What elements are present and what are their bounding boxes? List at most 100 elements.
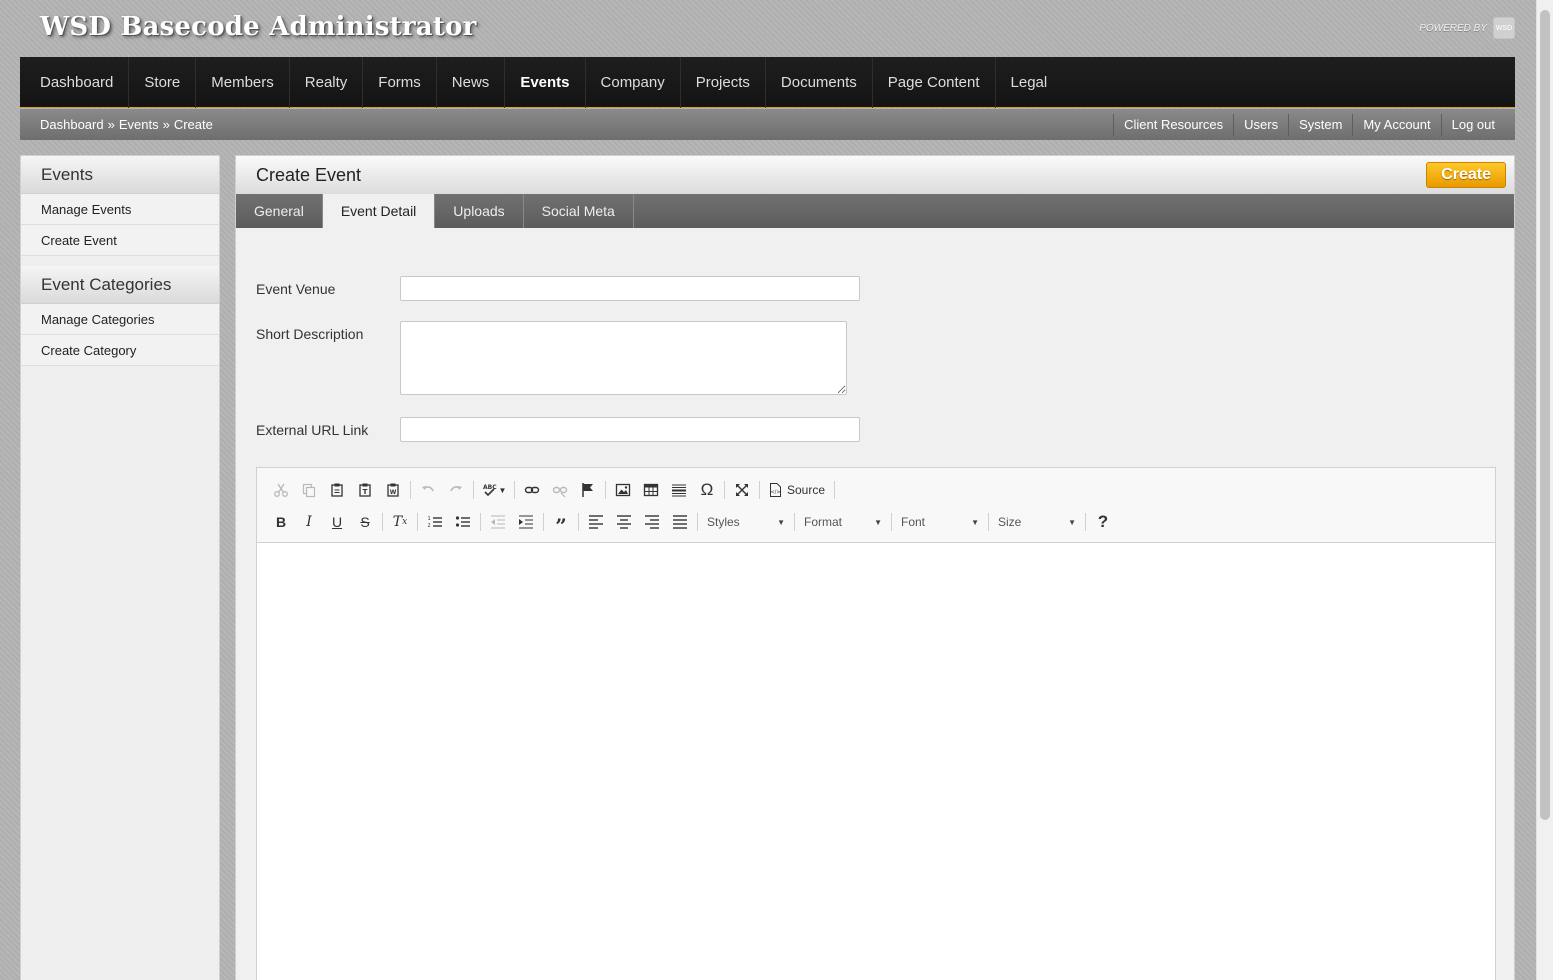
align-right-icon[interactable] <box>638 509 666 535</box>
powered-by: POWERED BY WSD <box>1419 17 1515 39</box>
toolbar-separator <box>543 513 544 531</box>
toolbar-row-1: T W ABC ▼ Ω </> Source <box>267 474 1485 506</box>
tab-bar: General Event Detail Uploads Social Meta <box>236 194 1514 228</box>
svg-text:W: W <box>390 489 397 496</box>
toolbar-separator <box>759 481 760 499</box>
page-scrollbar[interactable] <box>1536 0 1553 980</box>
bold-icon[interactable]: B <box>267 509 295 535</box>
size-label: Size <box>998 515 1022 529</box>
breadcrumb-create: Create <box>173 117 213 132</box>
scrollbar-thumb[interactable] <box>1540 10 1550 820</box>
cut-icon[interactable] <box>267 477 295 503</box>
table-icon[interactable] <box>637 477 665 503</box>
svg-text:T: T <box>363 488 368 496</box>
util-log-out[interactable]: Log out <box>1440 113 1495 136</box>
underline-icon[interactable]: U <box>323 509 351 535</box>
nav-item-store[interactable]: Store <box>129 56 197 108</box>
util-client-resources[interactable]: Client Resources <box>1113 113 1233 136</box>
image-icon[interactable] <box>609 477 637 503</box>
styles-dropdown[interactable]: Styles ▼ <box>701 510 791 534</box>
nav-item-events[interactable]: Events <box>505 56 586 108</box>
format-dropdown[interactable]: Format ▼ <box>798 510 888 534</box>
nav-item-news[interactable]: News <box>437 56 506 108</box>
editor-content-area[interactable] <box>257 543 1495 980</box>
rich-text-editor: T W ABC ▼ Ω </> Source B I U S T x 1 2 ”… <box>256 467 1496 980</box>
tab-social-meta[interactable]: Social Meta <box>524 194 634 228</box>
horizontal-rule-icon[interactable] <box>665 477 693 503</box>
tab-general[interactable]: General <box>236 194 323 228</box>
sidebar-heading-events: Events <box>21 156 219 194</box>
spellcheck-icon[interactable]: ABC ▼ <box>477 477 511 503</box>
nav-item-realty[interactable]: Realty <box>290 56 364 108</box>
italic-icon[interactable]: I <box>295 509 323 535</box>
tab-uploads[interactable]: Uploads <box>435 194 524 228</box>
paste-text-icon[interactable]: T <box>351 477 379 503</box>
nav-item-dashboard[interactable]: Dashboard <box>25 56 130 108</box>
event-detail-form: Event Venue Short Description External U… <box>236 276 1514 442</box>
create-button[interactable]: Create <box>1426 162 1506 188</box>
sidebar-item-manage-categories[interactable]: Manage Categories <box>21 304 219 335</box>
remove-format-icon[interactable]: Tx <box>386 509 414 535</box>
event-venue-label: Event Venue <box>256 281 336 297</box>
sidebar-item-create-category[interactable]: Create Category <box>21 335 219 366</box>
tab-event-detail[interactable]: Event Detail <box>322 194 436 228</box>
strikethrough-icon[interactable]: S <box>351 509 379 535</box>
numbered-list-icon[interactable]: 12 <box>421 509 449 535</box>
sidebar-heading-event-categories: Event Categories <box>21 266 219 304</box>
toolbar-separator <box>410 481 411 499</box>
align-justify-icon[interactable] <box>666 509 694 535</box>
util-users[interactable]: Users <box>1233 113 1288 136</box>
toolbar-separator <box>605 481 606 499</box>
redo-icon[interactable] <box>442 477 470 503</box>
external-url-label: External URL Link <box>256 422 369 438</box>
event-venue-input[interactable] <box>400 276 860 301</box>
paste-icon[interactable] <box>323 477 351 503</box>
nav-item-legal[interactable]: Legal <box>996 57 1063 108</box>
breadcrumb-dashboard[interactable]: Dashboard <box>40 117 104 132</box>
align-center-icon[interactable] <box>610 509 638 535</box>
maximize-icon[interactable] <box>728 477 756 503</box>
toolbar-separator <box>480 513 481 531</box>
nav-item-page-content[interactable]: Page Content <box>873 56 996 108</box>
blockquote-icon[interactable]: ” <box>547 509 575 536</box>
svg-text:2: 2 <box>428 523 431 529</box>
toolbar-separator <box>697 513 698 531</box>
align-left-icon[interactable] <box>582 509 610 535</box>
external-url-input[interactable] <box>400 417 860 442</box>
toolbar-separator <box>724 481 725 499</box>
short-description-textarea[interactable] <box>400 321 847 395</box>
source-icon: </> <box>770 483 781 497</box>
toolbar-separator <box>417 513 418 531</box>
source-button[interactable]: </> Source <box>763 483 831 497</box>
nav-item-forms[interactable]: Forms <box>363 56 437 108</box>
wsd-logo: WSD <box>1493 17 1515 39</box>
copy-icon[interactable] <box>295 477 323 503</box>
utility-nav: Client Resources Users System My Account… <box>1113 109 1495 140</box>
nav-item-company[interactable]: Company <box>586 56 681 108</box>
anchor-flag-icon[interactable] <box>574 477 602 503</box>
help-icon[interactable]: ? <box>1089 509 1117 535</box>
nav-item-members[interactable]: Members <box>196 56 290 108</box>
link-icon[interactable] <box>518 477 546 503</box>
sidebar-item-manage-events[interactable]: Manage Events <box>21 194 219 225</box>
util-system[interactable]: System <box>1288 113 1352 136</box>
font-dropdown[interactable]: Font ▼ <box>895 510 985 534</box>
breadcrumb-separator: » <box>162 117 170 132</box>
undo-icon[interactable] <box>414 477 442 503</box>
nav-item-documents[interactable]: Documents <box>766 56 873 108</box>
sidebar-item-create-event[interactable]: Create Event <box>21 225 219 256</box>
size-dropdown[interactable]: Size ▼ <box>992 510 1082 534</box>
paste-from-word-icon[interactable]: W <box>379 477 407 503</box>
indent-icon[interactable] <box>512 509 540 535</box>
toolbar-separator <box>514 481 515 499</box>
breadcrumb-events[interactable]: Events <box>119 117 159 132</box>
util-my-account[interactable]: My Account <box>1352 113 1440 136</box>
special-character-icon[interactable]: Ω <box>693 477 721 503</box>
outdent-icon[interactable] <box>484 509 512 535</box>
nav-item-projects[interactable]: Projects <box>681 56 766 108</box>
unlink-icon[interactable] <box>546 477 574 503</box>
main-nav: Dashboard Store Members Realty Forms New… <box>20 56 1515 108</box>
breadcrumb-separator: » <box>107 117 115 132</box>
bulleted-list-icon[interactable] <box>449 509 477 535</box>
sidebar: Events Manage Events Create Event Event … <box>20 155 220 980</box>
